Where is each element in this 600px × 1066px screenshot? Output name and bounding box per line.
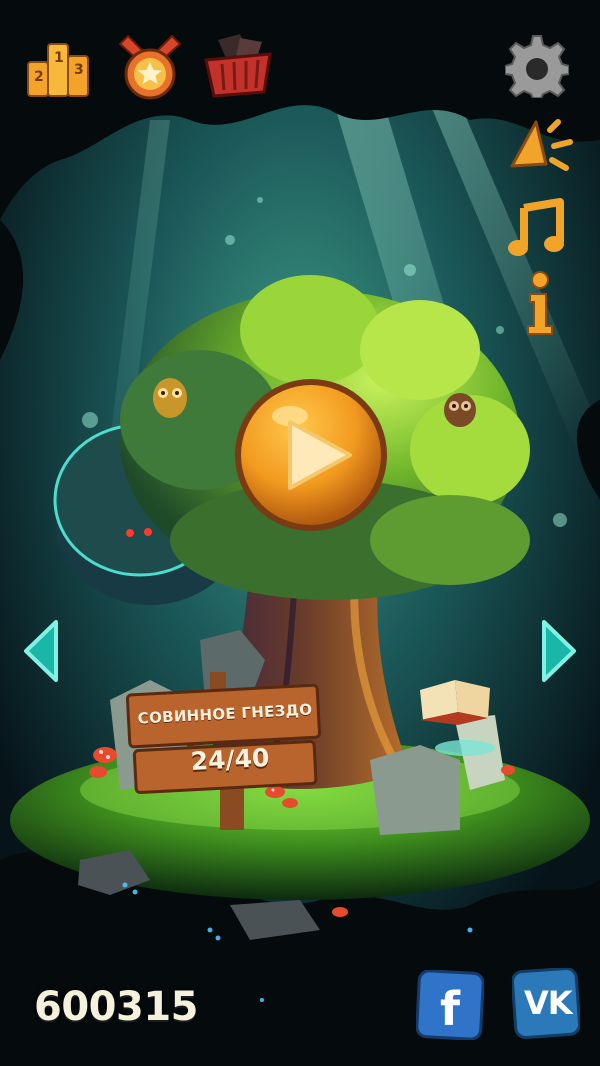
podium-place-2: 2 (34, 69, 44, 85)
podium-place-3: 3 (74, 62, 84, 78)
achievements-button[interactable] (114, 30, 186, 102)
chevron-left-icon (24, 620, 58, 682)
settings-button[interactable] (505, 34, 569, 98)
vk-label: vk (524, 984, 573, 1022)
play-button[interactable] (232, 376, 390, 534)
previous-location-arrow[interactable] (20, 616, 62, 686)
info-icon (527, 271, 553, 335)
basket-icon (204, 34, 272, 98)
game-main-menu: СОВИННОЕ ГНЕЗДО 24/40 2 1 3 600315 f VK (0, 0, 600, 1066)
gear-icon (505, 35, 569, 98)
info-button[interactable] (524, 270, 556, 336)
facebook-label: f (440, 982, 461, 1036)
owl-left (153, 378, 187, 418)
music-button[interactable] (508, 198, 568, 260)
podium-place-1: 1 (54, 50, 64, 66)
music-note-icon (508, 198, 564, 256)
facebook-button[interactable]: f (416, 970, 484, 1040)
chevron-right-icon (542, 620, 576, 682)
coin-score: 600315 (34, 984, 199, 1030)
speaker-icon (510, 119, 573, 171)
medal-icon (118, 34, 182, 100)
leaderboard-button[interactable]: 2 1 3 (24, 34, 92, 100)
shop-button[interactable] (200, 30, 276, 102)
sound-button[interactable] (506, 116, 578, 182)
next-location-arrow[interactable] (538, 616, 580, 686)
vk-button[interactable]: vk (512, 968, 580, 1040)
